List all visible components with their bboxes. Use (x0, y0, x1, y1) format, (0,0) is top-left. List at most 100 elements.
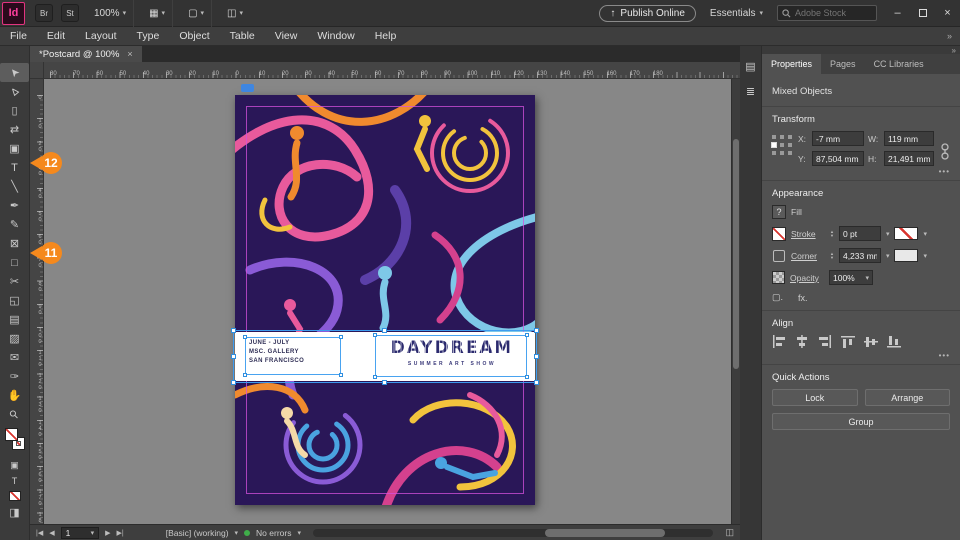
corner-options-button[interactable]: ▢. (772, 292, 783, 303)
ruler-origin-box[interactable] (30, 62, 44, 79)
stroke-weight-stepper[interactable]: ▲▼ (830, 230, 834, 238)
type-tool[interactable]: T (0, 158, 29, 177)
selection-tool[interactable]: ➤ (0, 63, 29, 82)
group-button[interactable]: Group (772, 413, 950, 430)
minimize-button[interactable]: – (885, 0, 910, 27)
stack-icon[interactable]: ▤ (745, 60, 755, 73)
x-input[interactable] (816, 134, 860, 144)
preflight-profile-menu[interactable]: [Basic] (working) (166, 528, 229, 538)
close-tab-icon[interactable]: × (127, 49, 132, 59)
fill-color-swatch[interactable]: ? (772, 205, 786, 219)
page-number-input[interactable] (66, 528, 88, 538)
tab-pages[interactable]: Pages (821, 54, 865, 74)
preflight-errors-menu[interactable]: No errors (256, 528, 291, 538)
align-center-horizontal-button[interactable] (795, 335, 809, 348)
chevron-down-icon[interactable]: ▾ (886, 252, 890, 260)
split-view-button[interactable]: ◫ (725, 527, 734, 538)
width-input[interactable] (888, 134, 930, 144)
effects-button[interactable]: fx. (798, 293, 808, 303)
corner-label[interactable]: Corner (791, 251, 825, 261)
page-number-dropdown[interactable]: ▾ (61, 527, 100, 539)
menu-type[interactable]: Type (127, 30, 170, 42)
line-tool[interactable]: ╲ (0, 177, 29, 196)
arrange-documents-dropdown[interactable]: ◫ ▾ (220, 0, 250, 27)
stock-button[interactable]: St (61, 4, 79, 22)
frame-handle[interactable] (339, 335, 343, 339)
corner-options-icon[interactable] (773, 250, 785, 262)
lock-button[interactable]: Lock (772, 389, 858, 406)
chevron-down-icon[interactable]: ▾ (923, 252, 927, 260)
gap-tool[interactable]: ⇄ (0, 120, 29, 139)
height-input[interactable] (888, 154, 930, 164)
formatting-affects-text-button[interactable]: T (0, 473, 29, 488)
document-canvas[interactable]: JUNE - JULY MSC. GALLERY SAN FRANCISCO D… (44, 79, 731, 524)
scissors-tool[interactable]: ✂ (0, 272, 29, 291)
align-right-button[interactable] (818, 335, 832, 348)
reference-point-selector[interactable] (772, 135, 792, 155)
chevron-down-icon[interactable]: ▾ (886, 230, 890, 238)
daydream-logo-block[interactable]: DAYDREAM SUMMER ART SHOW (377, 336, 527, 367)
vertical-scrollbar-thumb[interactable] (733, 139, 739, 369)
frame-handle[interactable] (243, 335, 247, 339)
screen-mode-dropdown[interactable]: ▢ ▾ (181, 0, 212, 27)
last-page-button[interactable]: ▶| (117, 529, 124, 537)
align-more-options[interactable]: ••• (939, 351, 950, 360)
horizontal-scrollbar[interactable] (313, 529, 713, 537)
direct-selection-tool[interactable]: ⊳ (0, 82, 29, 101)
constrain-proportions-icon[interactable] (940, 142, 950, 162)
links-icon[interactable]: ≣ (746, 85, 755, 98)
event-info-text[interactable]: JUNE - JULY MSC. GALLERY SAN FRANCISCO (249, 339, 339, 366)
opacity-dropdown[interactable]: 100% ▾ (829, 270, 873, 285)
align-left-button[interactable] (772, 335, 786, 348)
align-top-button[interactable] (841, 335, 855, 348)
stroke-label[interactable]: Stroke (791, 229, 825, 239)
stroke-weight-input[interactable] (843, 229, 877, 239)
menu-layout[interactable]: Layout (75, 30, 127, 42)
corner-radius-input[interactable] (843, 251, 877, 261)
page-tool[interactable]: ▯ (0, 101, 29, 120)
publish-online-button[interactable]: ↑ Publish Online (599, 5, 695, 22)
arrange-button[interactable]: Arrange (865, 389, 951, 406)
zoom-level-dropdown[interactable]: 100% ▾ (87, 0, 134, 27)
fill-swatch[interactable] (5, 428, 18, 441)
corner-radius-stepper[interactable]: ▲▼ (830, 252, 834, 260)
workspace-switcher[interactable]: Essentials ▾ (704, 8, 769, 19)
adobe-stock-search[interactable] (777, 5, 877, 21)
rectangle-frame-tool[interactable]: ⊠ (0, 234, 29, 253)
tab-cc-libraries[interactable]: CC Libraries (865, 54, 933, 74)
corner-shape-well[interactable] (894, 249, 918, 262)
horizontal-ruler[interactable]: 8070605040302010010203040506070809010011… (44, 62, 740, 79)
menu-window[interactable]: Window (307, 30, 364, 42)
search-input[interactable] (795, 8, 871, 18)
frame-handle[interactable] (525, 375, 529, 379)
zoom-tool[interactable]: ⚲ (0, 405, 29, 424)
menu-edit[interactable]: Edit (37, 30, 75, 42)
transform-more-options[interactable]: ••• (939, 167, 950, 176)
content-collector-tool[interactable]: ▣ (0, 139, 29, 158)
horizontal-scrollbar-thumb[interactable] (545, 529, 665, 537)
stroke-color-swatch[interactable] (772, 227, 786, 241)
menu-object[interactable]: Object (169, 30, 219, 42)
stroke-type-well[interactable] (894, 227, 918, 240)
pen-tool[interactable]: ✒ (0, 196, 29, 215)
first-page-button[interactable]: |◀ (36, 529, 43, 537)
fill-stroke-swatches[interactable] (0, 426, 30, 456)
align-bottom-button[interactable] (887, 335, 901, 348)
gradient-swatch-tool[interactable]: ▤ (0, 310, 29, 329)
opacity-label[interactable]: Opacity (790, 273, 824, 283)
close-button[interactable]: × (935, 0, 960, 27)
document-tab[interactable]: *Postcard @ 100% × (30, 46, 142, 62)
tab-properties[interactable]: Properties (762, 54, 821, 74)
menu-table[interactable]: Table (220, 30, 265, 42)
menubar-overflow-chevron[interactable]: » (939, 31, 960, 41)
formatting-affects-container-button[interactable]: ▣ (0, 458, 29, 473)
screen-mode-button[interactable]: ◨ (0, 503, 29, 522)
y-input[interactable] (816, 154, 860, 164)
align-center-vertical-button[interactable] (864, 335, 878, 348)
vertical-scrollbar[interactable] (731, 79, 740, 524)
note-tool[interactable]: ✉ (0, 348, 29, 367)
menu-view[interactable]: View (265, 30, 308, 42)
frame-handle[interactable] (243, 373, 247, 377)
menu-help[interactable]: Help (365, 30, 407, 42)
vertical-ruler[interactable]: 0102030405060708090100110120130140150160… (30, 79, 44, 524)
